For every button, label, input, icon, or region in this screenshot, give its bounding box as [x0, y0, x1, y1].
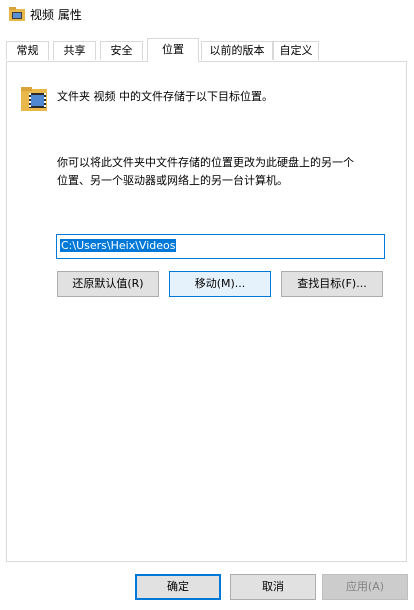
tab-sharing[interactable]: 共享	[53, 41, 96, 60]
location-panel	[6, 61, 407, 562]
path-input-value[interactable]: C:\Users\Heix\Videos	[60, 239, 177, 252]
ok-button[interactable]: 确定	[135, 574, 221, 600]
tab-general[interactable]: 常规	[6, 41, 49, 60]
title-bar[interactable]: 视频 属性	[0, 0, 414, 30]
window-title: 视频 属性	[30, 8, 82, 22]
tab-security[interactable]: 安全	[100, 41, 143, 60]
folder-icon	[9, 7, 25, 21]
description-line-1: 你可以将此文件夹中文件存储的位置更改为此硬盘上的另一个	[57, 156, 354, 169]
folder-location-info: 文件夹 视频 中的文件存储于以下目标位置。	[57, 90, 273, 103]
description-line-2: 位置、另一个驱动器或网络上的另一台计算机。	[57, 174, 288, 187]
tab-strip: 常规 共享 安全 位置 以前的版本 自定义	[0, 38, 414, 62]
apply-button[interactable]: 应用(A)	[322, 574, 408, 600]
find-target-button[interactable]: 查找目标(F)...	[281, 271, 383, 297]
cancel-button[interactable]: 取消	[230, 574, 316, 600]
location-description: 你可以将此文件夹中文件存储的位置更改为此硬盘上的另一个 位置、另一个驱动器或网络…	[57, 154, 397, 190]
path-input[interactable]: C:\Users\Heix\Videos	[56, 234, 385, 259]
restore-default-button[interactable]: 还原默认值(R)	[57, 271, 159, 297]
tab-customize[interactable]: 自定义	[273, 41, 319, 60]
video-folder-icon	[21, 87, 47, 111]
tab-previous-versions[interactable]: 以前的版本	[201, 41, 273, 60]
move-button[interactable]: 移动(M)...	[169, 271, 271, 297]
tab-location[interactable]: 位置	[147, 38, 199, 62]
